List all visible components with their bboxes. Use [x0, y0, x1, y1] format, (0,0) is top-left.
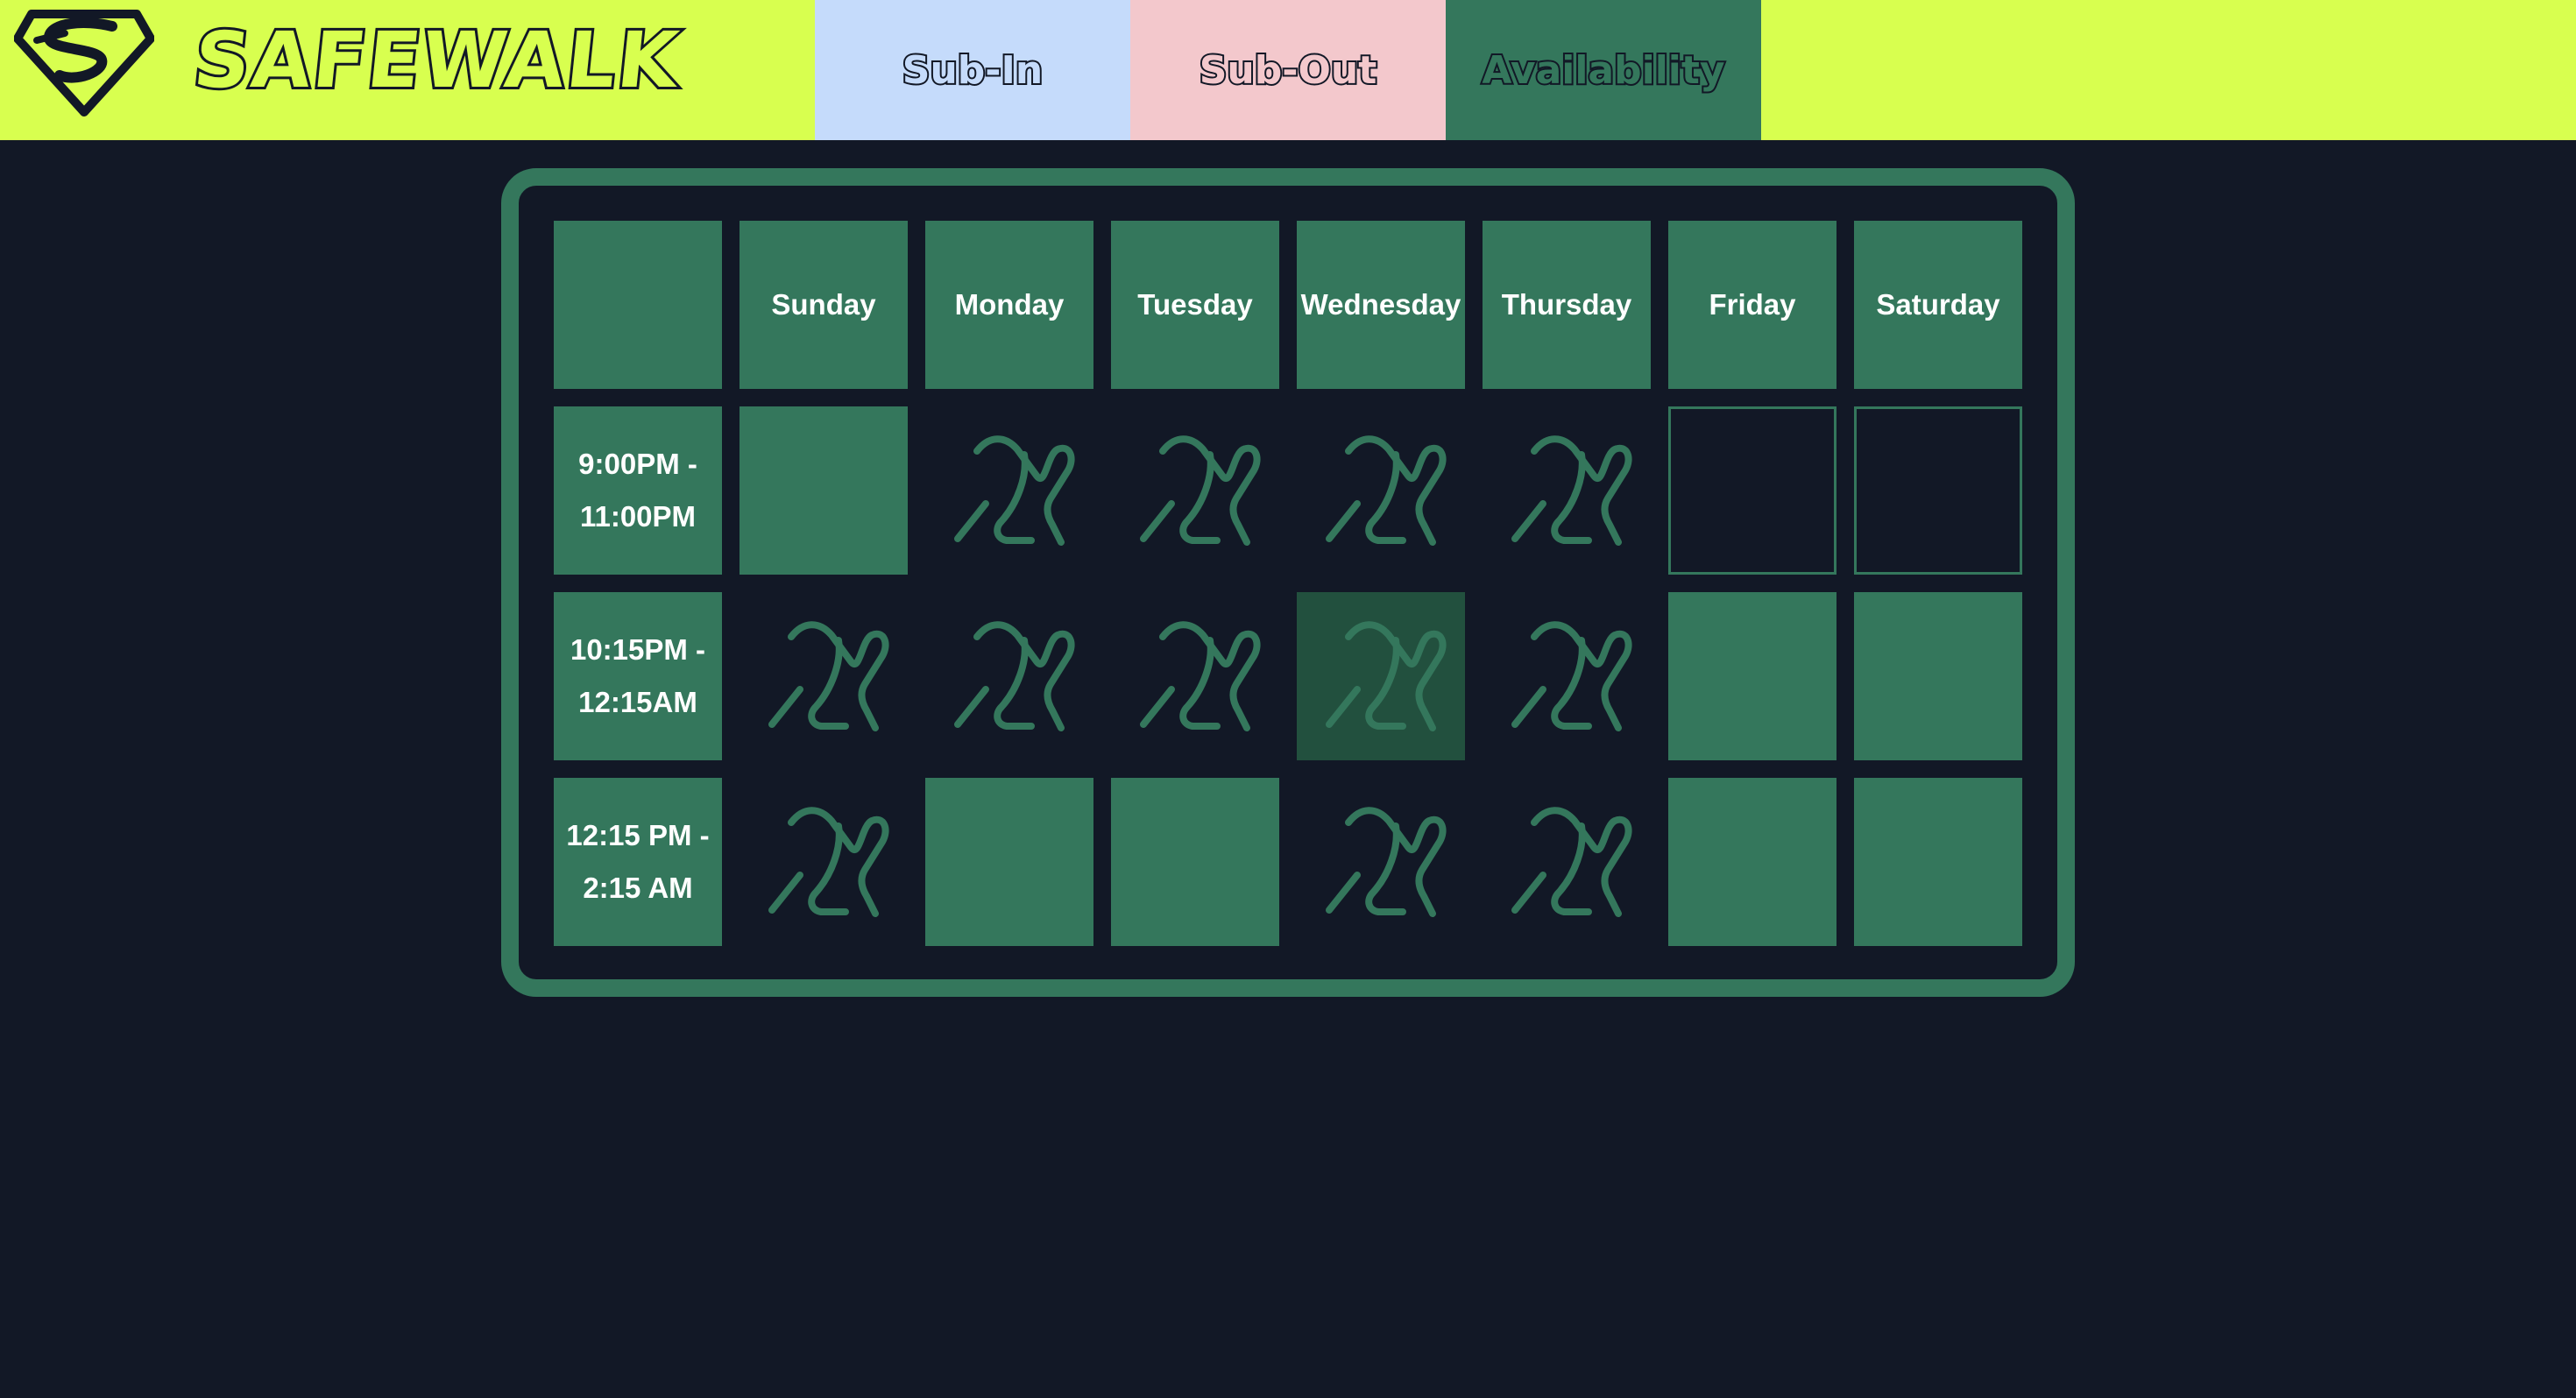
x-mark-icon [758, 794, 889, 930]
slot-saturday-1[interactable] [1854, 406, 2022, 575]
x-mark-icon [758, 609, 889, 745]
day-header-sunday: Sunday [740, 221, 908, 389]
day-header-saturday: Saturday [1854, 221, 2022, 389]
slot-tuesday-2[interactable] [1111, 592, 1279, 760]
slot-sunday-2[interactable] [740, 592, 908, 760]
time-label-3: 12:15 PM - 2:15 AM [554, 778, 722, 946]
tab-sub-out[interactable]: Sub-Out [1130, 0, 1446, 140]
day-header-friday: Friday [1668, 221, 1836, 389]
x-mark-icon [944, 609, 1075, 745]
tab-sub-in[interactable]: Sub-In [815, 0, 1130, 140]
slot-saturday-3[interactable] [1854, 778, 2022, 946]
time-label-1: 9:00PM - 11:00PM [554, 406, 722, 575]
slot-thursday-1[interactable] [1483, 406, 1651, 575]
x-mark-icon [944, 423, 1075, 559]
slot-friday-1[interactable] [1668, 406, 1836, 575]
app-title[interactable]: SAFEWALK [188, 12, 687, 109]
day-header-wednesday: Wednesday [1297, 221, 1465, 389]
slot-monday-2[interactable] [925, 592, 1093, 760]
slot-sunday-3[interactable] [740, 778, 908, 946]
slot-tuesday-3[interactable] [1111, 778, 1279, 946]
slot-thursday-2[interactable] [1483, 592, 1651, 760]
schedule-frame [501, 168, 2075, 997]
slot-sunday-1[interactable] [740, 406, 908, 575]
day-header-tuesday: Tuesday [1111, 221, 1279, 389]
slot-wednesday-2[interactable] [1297, 592, 1465, 760]
slot-thursday-3[interactable] [1483, 778, 1651, 946]
slot-monday-1[interactable] [925, 406, 1093, 575]
x-mark-icon [1315, 794, 1447, 930]
x-mark-icon [1315, 609, 1447, 745]
tab-availability[interactable]: Availability [1446, 0, 1761, 140]
x-mark-icon [1501, 423, 1632, 559]
slot-friday-2[interactable] [1668, 592, 1836, 760]
corner-header-cell [554, 221, 722, 389]
x-mark-icon [1501, 794, 1632, 930]
x-mark-icon [1501, 609, 1632, 745]
x-mark-icon [1315, 423, 1447, 559]
superman-shield-icon[interactable] [14, 7, 154, 117]
x-mark-icon [1129, 609, 1261, 745]
time-label-2: 10:15PM - 12:15AM [554, 592, 722, 760]
day-header-thursday: Thursday [1483, 221, 1651, 389]
top-nav-bar: SAFEWALK Sub-In Sub-Out Availability [0, 0, 2576, 140]
slot-friday-3[interactable] [1668, 778, 1836, 946]
slot-saturday-2[interactable] [1854, 592, 2022, 760]
x-mark-icon [1129, 423, 1261, 559]
slot-wednesday-1[interactable] [1297, 406, 1465, 575]
slot-monday-3[interactable] [925, 778, 1093, 946]
slot-tuesday-1[interactable] [1111, 406, 1279, 575]
day-header-monday: Monday [925, 221, 1093, 389]
slot-wednesday-3[interactable] [1297, 778, 1465, 946]
